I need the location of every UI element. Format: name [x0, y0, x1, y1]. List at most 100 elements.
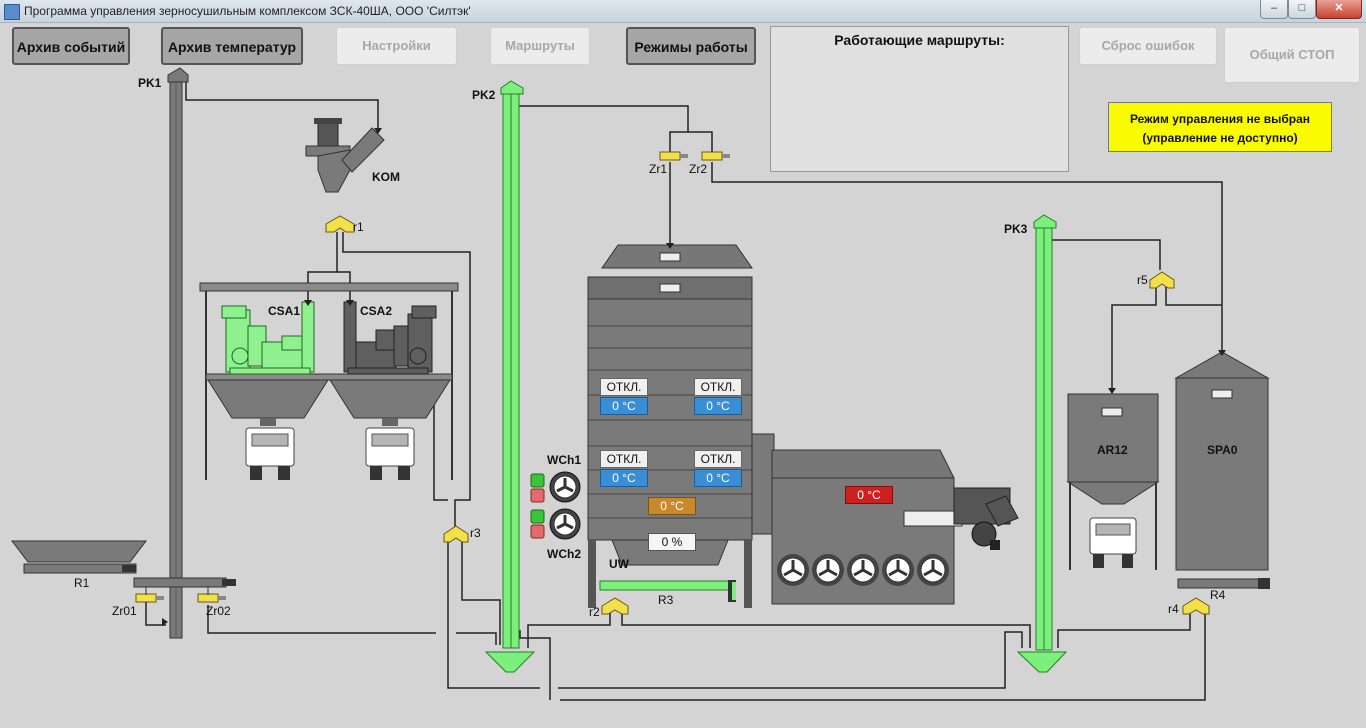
- valve-r3: [443, 525, 469, 543]
- label-spa0: SPA0: [1207, 443, 1238, 457]
- label-r5: r5: [1137, 273, 1148, 287]
- label-kom: KOM: [372, 170, 400, 184]
- gate-zr01: [135, 593, 157, 603]
- label-conveyor-r1: R1: [74, 576, 90, 590]
- pipe-r4-pk3: [1057, 612, 1191, 648]
- grain-moisture: 0 %: [648, 533, 696, 551]
- zone2-state: ОТКЛ.: [694, 378, 742, 396]
- heat-generator: [751, 433, 1019, 605]
- pipe-zr2-spa0: [711, 162, 1223, 352]
- pipe-zr02-pk2: [456, 632, 497, 645]
- cleaning-section: [199, 282, 459, 480]
- pipe-arrows: [304, 128, 1226, 394]
- label-pk3: PK3: [1004, 222, 1028, 236]
- silo-spa0: [1174, 351, 1270, 589]
- zone1-state: ОТКЛ.: [600, 378, 648, 396]
- app-icon: [4, 4, 20, 20]
- settings-button[interactable]: Настройки: [336, 27, 457, 65]
- conveyor-r4: [1177, 578, 1263, 589]
- pipe-r4-line: [560, 612, 1206, 701]
- elevator-pk3: [1016, 214, 1068, 673]
- elevator-pk1: [167, 67, 189, 639]
- pipe-r1-csa2: [337, 271, 351, 302]
- fans-dryer: [530, 471, 581, 540]
- heat-generator-fans: [777, 554, 949, 586]
- minimize-button[interactable]: –: [1260, 0, 1288, 19]
- gate-zr02: [197, 593, 219, 603]
- bunker-right: [329, 379, 451, 419]
- pipe-r1-csa1: [307, 232, 338, 302]
- pipe-zr02-line: [207, 605, 436, 634]
- events-archive-button[interactable]: Архив событий: [12, 27, 130, 65]
- truck-left: [245, 427, 295, 480]
- pipe-r3-pk2: [461, 540, 501, 645]
- zone3-temp: 0 °C: [600, 469, 648, 487]
- window-title: Программа управления зерносушильным комп…: [24, 4, 471, 18]
- label-zr2: Zr2: [689, 162, 707, 176]
- zone4-state: ОТКЛ.: [694, 450, 742, 468]
- zone4-temp: 0 °C: [694, 469, 742, 487]
- label-zr1: Zr1: [649, 162, 667, 176]
- label-r2: r2: [589, 605, 600, 619]
- gate-zr2: [701, 151, 723, 161]
- conveyor-r1: [23, 563, 137, 574]
- dryer-tower: [587, 244, 753, 608]
- control-mode-line1: Режим управления не выбран: [1129, 112, 1311, 126]
- truck-right: [365, 427, 415, 480]
- label-ar12: AR12: [1097, 443, 1128, 457]
- pipe-r1-r3: [342, 232, 471, 530]
- label-wch1: WCh1: [547, 453, 581, 467]
- pipe-bottom-b: [558, 631, 1023, 689]
- burner-temp: 0 °C: [845, 486, 893, 504]
- pipe-pk2-zr2: [688, 131, 713, 152]
- label-csa2: CSA2: [360, 304, 393, 318]
- pipe-bottom-a: [519, 630, 551, 700]
- bunker-left: [207, 379, 329, 419]
- label-wch2: WCh2: [547, 547, 581, 561]
- label-pk2: PK2: [472, 88, 496, 102]
- close-button[interactable]: ✕: [1316, 0, 1362, 19]
- pipe-r5-ar12: [1111, 285, 1157, 390]
- label-csa1: CSA1: [268, 304, 301, 318]
- zone2-temp: 0 °C: [694, 397, 742, 415]
- zone1-temp: 0 °C: [600, 397, 648, 415]
- pipe-bunker-r3: [433, 400, 448, 501]
- label-r3: r3: [470, 526, 481, 540]
- gate-valves: [135, 151, 730, 603]
- dryer-mid-temp: 0 °C: [648, 497, 696, 515]
- valve-r1: [325, 215, 355, 233]
- label-zr02: Zr02: [206, 604, 231, 618]
- splitter-valves: [325, 215, 1210, 615]
- pipe-r5-spa0: [1165, 285, 1222, 306]
- maximize-button[interactable]: □: [1288, 0, 1316, 19]
- label-zr01: Zr01: [112, 604, 137, 618]
- control-mode-line2: (управление не доступно): [1142, 131, 1298, 145]
- silo-ar12: [1066, 393, 1160, 570]
- valve-r2: [601, 597, 629, 615]
- label-r1: r1: [353, 220, 364, 234]
- zone3-state: ОТКЛ.: [600, 450, 648, 468]
- running-routes-panel: Работающие маршруты:: [770, 26, 1069, 172]
- reset-errors-button[interactable]: Сброс ошибок: [1079, 27, 1217, 65]
- window-titlebar: Программа управления зерносушильным комп…: [0, 0, 1366, 23]
- general-stop-button[interactable]: Общий СТОП: [1224, 27, 1360, 83]
- label-r4: r4: [1168, 602, 1179, 616]
- label-conveyor-r3: R3: [658, 593, 674, 607]
- temperature-archive-button[interactable]: Архив температур: [161, 27, 303, 65]
- routes-button[interactable]: Маршруты: [490, 27, 590, 65]
- pipe-pk2-zr1: [517, 85, 689, 152]
- pipe-pk3-r5: [1049, 225, 1161, 270]
- pipe-r3-left: [447, 540, 540, 689]
- label-conveyor-r4: R4: [1210, 588, 1226, 602]
- valve-r5: [1149, 271, 1175, 289]
- label-pk1: PK1: [138, 76, 162, 90]
- label-uw: UW: [609, 557, 629, 571]
- control-mode-status: Режим управления не выбран (управление н…: [1108, 102, 1332, 152]
- gate-zr1: [659, 151, 681, 161]
- work-modes-button[interactable]: Режимы работы: [626, 27, 756, 65]
- pipe-pk1-kom: [185, 80, 379, 130]
- elevator-pk2: [484, 80, 536, 673]
- running-routes-title: Работающие маршруты:: [834, 32, 1005, 48]
- pipe-r2-pk3: [621, 612, 1031, 648]
- valve-r4: [1182, 597, 1210, 615]
